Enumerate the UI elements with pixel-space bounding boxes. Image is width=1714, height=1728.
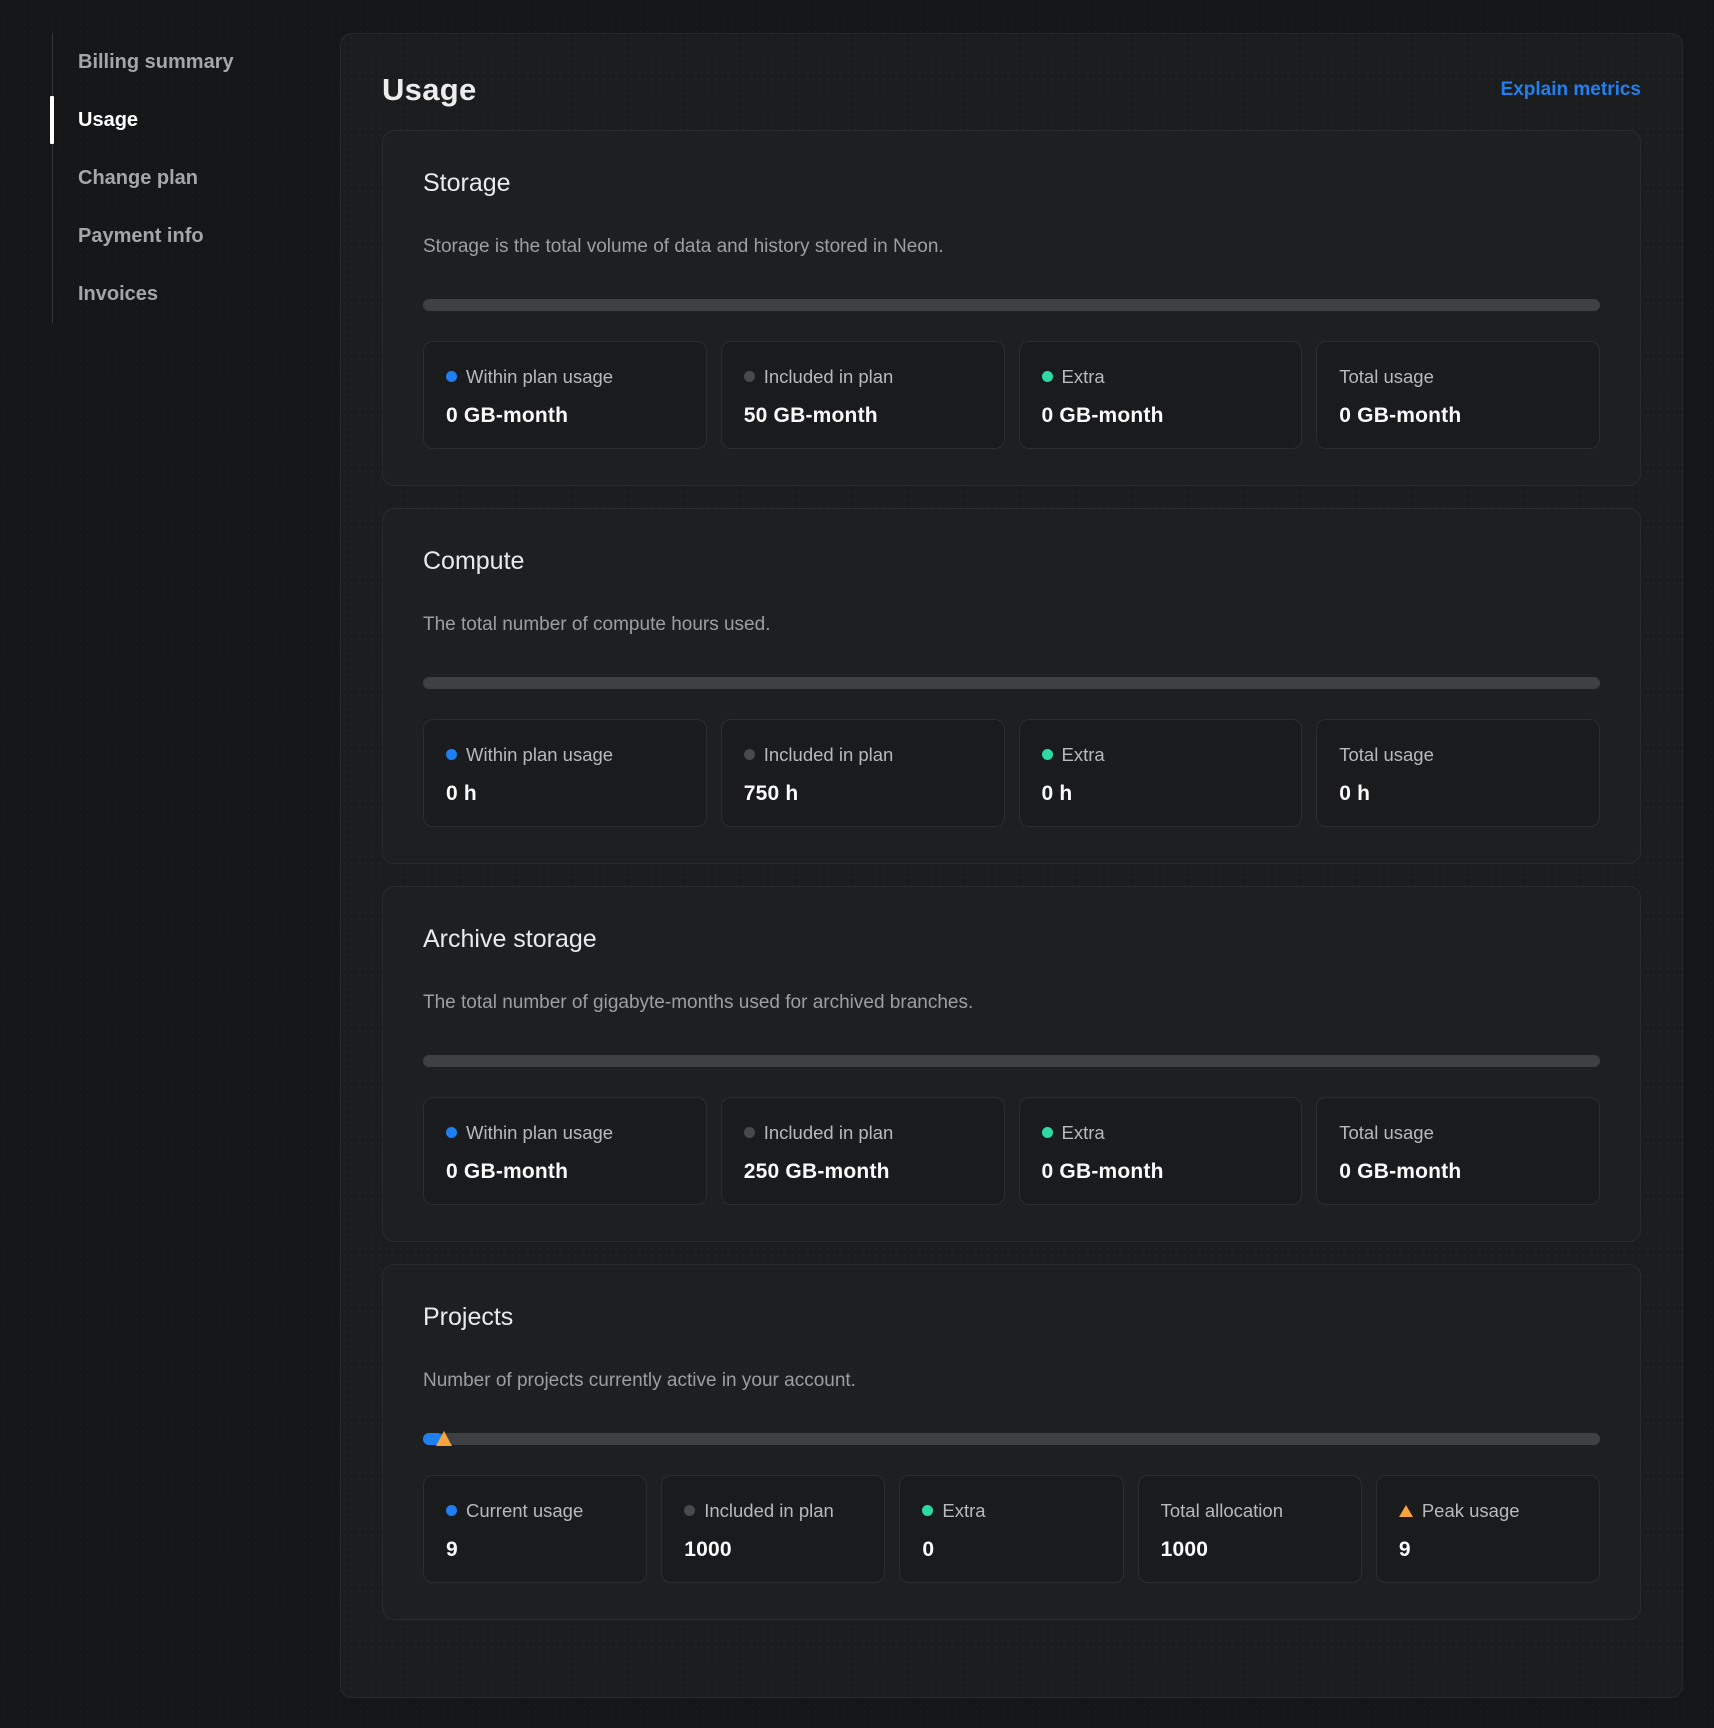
gray-dot-icon <box>744 749 755 760</box>
stat-box-within-plan-usage: Within plan usage 0 h <box>423 719 707 827</box>
stat-label: Extra <box>1042 364 1280 389</box>
card-description: Storage is the total volume of data and … <box>423 235 1600 259</box>
card-description: The total number of compute hours used. <box>423 613 1600 637</box>
peak-triangle-icon <box>1399 1505 1413 1517</box>
stat-label: Extra <box>922 1498 1100 1523</box>
stats-row: Within plan usage 0 h Included in plan 7… <box>423 719 1600 827</box>
stat-value: 0 GB-month <box>446 1160 684 1184</box>
stat-label: Extra <box>1042 1120 1280 1145</box>
green-dot-icon <box>922 1505 933 1516</box>
billing-nav: Billing summary Usage Change plan Paymen… <box>52 33 340 323</box>
stat-label: Peak usage <box>1399 1498 1577 1523</box>
stat-box-extra: Extra 0 GB-month <box>1019 1097 1303 1205</box>
stat-label: Within plan usage <box>446 1120 684 1145</box>
stat-value: 0 h <box>1339 782 1577 806</box>
card-title: Storage <box>423 169 1600 198</box>
projects-usage-progress-bar <box>423 1433 1600 1445</box>
blue-dot-icon <box>446 1505 457 1516</box>
stat-value: 9 <box>1399 1538 1577 1562</box>
stat-value: 50 GB-month <box>744 404 982 428</box>
stat-value: 750 h <box>744 782 982 806</box>
stat-value: 1000 <box>684 1538 862 1562</box>
stat-value: 0 GB-month <box>1339 1160 1577 1184</box>
page-title: Usage <box>382 72 477 108</box>
stat-box-peak-usage: Peak usage 9 <box>1376 1475 1600 1583</box>
blue-dot-icon <box>446 371 457 382</box>
stat-label: Included in plan <box>744 1120 982 1145</box>
green-dot-icon <box>1042 371 1053 382</box>
stat-label: Included in plan <box>684 1498 862 1523</box>
stats-row: Current usage 9 Included in plan 1000 Ex… <box>423 1475 1600 1583</box>
explain-metrics-link[interactable]: Explain metrics <box>1501 79 1641 101</box>
stat-box-within-plan-usage: Within plan usage 0 GB-month <box>423 1097 707 1205</box>
stat-value: 0 GB-month <box>1042 404 1280 428</box>
stat-label: Total allocation <box>1161 1498 1339 1523</box>
card-title: Projects <box>423 1303 1600 1332</box>
stats-row: Within plan usage 0 GB-month Included in… <box>423 1097 1600 1205</box>
blue-dot-icon <box>446 1127 457 1138</box>
storage-card: Storage Storage is the total volume of d… <box>382 130 1641 486</box>
stat-value: 0 h <box>1042 782 1280 806</box>
blue-dot-icon <box>446 749 457 760</box>
stat-box-current-usage: Current usage 9 <box>423 1475 647 1583</box>
stat-value: 0 GB-month <box>1339 404 1577 428</box>
stat-box-total-usage: Total usage 0 GB-month <box>1316 1097 1600 1205</box>
compute-card: Compute The total number of compute hour… <box>382 508 1641 864</box>
projects-card: Projects Number of projects currently ac… <box>382 1264 1641 1620</box>
stat-label: Current usage <box>446 1498 624 1523</box>
usage-panel: Usage Explain metrics Storage Storage is… <box>340 33 1683 1698</box>
sidebar-item-invoices[interactable]: Invoices <box>53 265 340 323</box>
sidebar: Billing summary Usage Change plan Paymen… <box>0 33 340 1728</box>
panel-header: Usage Explain metrics <box>382 72 1641 108</box>
stat-box-extra: Extra 0 h <box>1019 719 1303 827</box>
stat-value: 9 <box>446 1538 624 1562</box>
card-title: Archive storage <box>423 925 1600 954</box>
green-dot-icon <box>1042 749 1053 760</box>
stat-label: Total usage <box>1339 1120 1577 1145</box>
gray-dot-icon <box>744 371 755 382</box>
sidebar-item-payment-info[interactable]: Payment info <box>53 207 340 265</box>
stat-label: Included in plan <box>744 364 982 389</box>
stat-box-included-in-plan: Included in plan 50 GB-month <box>721 341 1005 449</box>
stat-label: Within plan usage <box>446 742 684 767</box>
archive-usage-progress-bar <box>423 1055 1600 1067</box>
sidebar-item-change-plan[interactable]: Change plan <box>53 149 340 207</box>
sidebar-item-usage[interactable]: Usage <box>53 91 340 149</box>
peak-usage-marker-icon <box>436 1431 452 1446</box>
stat-value: 0 h <box>446 782 684 806</box>
compute-usage-progress-bar <box>423 677 1600 689</box>
gray-dot-icon <box>684 1505 695 1516</box>
stat-value: 0 <box>922 1538 1100 1562</box>
stat-value: 0 GB-month <box>1042 1160 1280 1184</box>
stat-box-included-in-plan: Included in plan 250 GB-month <box>721 1097 1005 1205</box>
gray-dot-icon <box>744 1127 755 1138</box>
stat-value: 0 GB-month <box>446 404 684 428</box>
billing-page: Billing summary Usage Change plan Paymen… <box>0 0 1714 1728</box>
stat-box-total-usage: Total usage 0 h <box>1316 719 1600 827</box>
stat-value: 250 GB-month <box>744 1160 982 1184</box>
stat-label: Included in plan <box>744 742 982 767</box>
storage-usage-progress-bar <box>423 299 1600 311</box>
stat-label: Within plan usage <box>446 364 684 389</box>
card-description: The total number of gigabyte-months used… <box>423 991 1600 1015</box>
stat-label: Extra <box>1042 742 1280 767</box>
green-dot-icon <box>1042 1127 1053 1138</box>
stat-box-total-usage: Total usage 0 GB-month <box>1316 341 1600 449</box>
stats-row: Within plan usage 0 GB-month Included in… <box>423 341 1600 449</box>
stat-label: Total usage <box>1339 742 1577 767</box>
sidebar-item-billing-summary[interactable]: Billing summary <box>53 33 340 91</box>
card-description: Number of projects currently active in y… <box>423 1369 1600 1393</box>
stat-box-total-allocation: Total allocation 1000 <box>1138 1475 1362 1583</box>
stat-value: 1000 <box>1161 1538 1339 1562</box>
stat-box-extra: Extra 0 <box>899 1475 1123 1583</box>
stat-box-included-in-plan: Included in plan 1000 <box>661 1475 885 1583</box>
archive-storage-card: Archive storage The total number of giga… <box>382 886 1641 1242</box>
stat-box-within-plan-usage: Within plan usage 0 GB-month <box>423 341 707 449</box>
stat-box-included-in-plan: Included in plan 750 h <box>721 719 1005 827</box>
card-title: Compute <box>423 547 1600 576</box>
stat-label: Total usage <box>1339 364 1577 389</box>
stat-box-extra: Extra 0 GB-month <box>1019 341 1303 449</box>
